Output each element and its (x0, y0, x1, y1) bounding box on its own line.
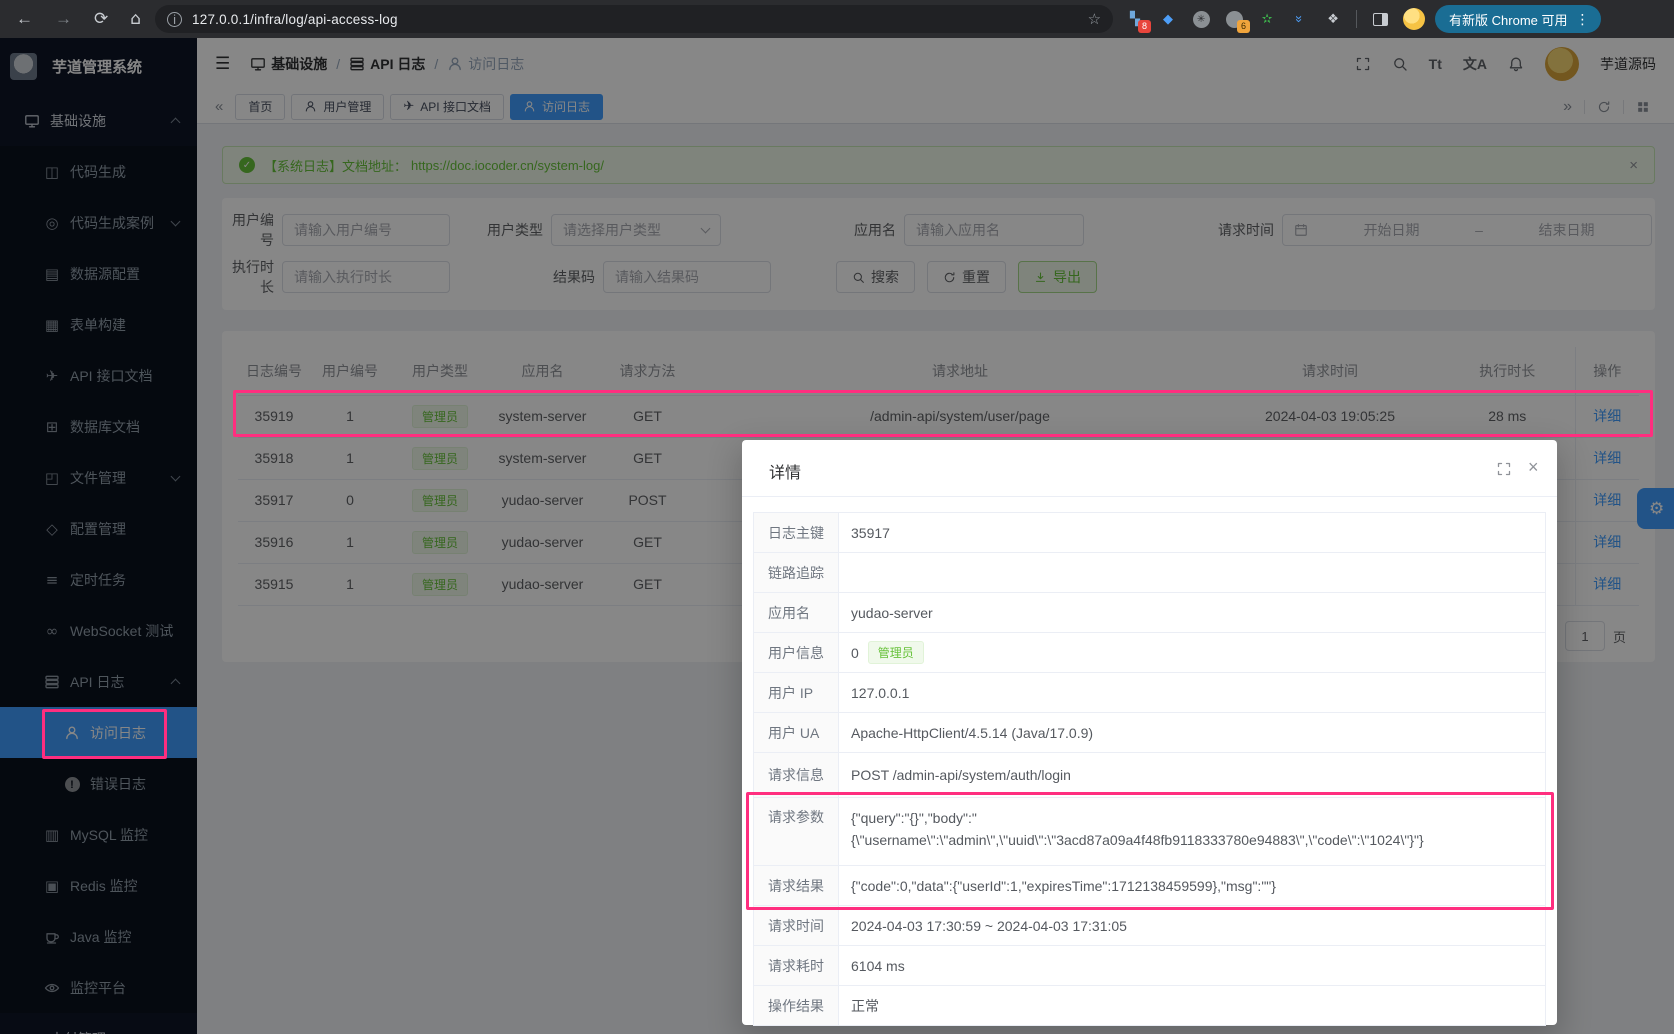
modal-fullscreen-icon[interactable] (1496, 461, 1512, 477)
browser-profile-avatar[interactable] (1403, 8, 1425, 30)
desc-row-operation-result: 操作结果 正常 (754, 986, 1545, 1026)
desc-row-request-time: 请求时间 2024-04-03 17:30:59 ~ 2024-04-03 17… (754, 906, 1545, 946)
modal-title: 详情 (769, 459, 801, 483)
desc-row-request-duration: 请求耗时 6104 ms (754, 946, 1545, 986)
annotation-highlight-sidebar-item (42, 709, 167, 759)
chrome-update-chip[interactable]: 有新版 Chrome 可用 ⋮ (1435, 5, 1600, 33)
site-info-icon[interactable]: i (167, 12, 182, 27)
desc-row-log-id: 日志主键 35917 (754, 513, 1545, 553)
extension-icon-1[interactable]: ▚8 (1125, 9, 1145, 29)
extension-icon-5[interactable]: ✫ (1257, 9, 1277, 29)
side-panel-icon[interactable] (1370, 9, 1390, 29)
annotation-highlight-table-row (233, 390, 1653, 437)
extension-icon-6[interactable]: » (1290, 9, 1310, 29)
extension-icon-4[interactable]: 6 (1224, 9, 1244, 29)
detail-modal: 详情 × 日志主键 35917 链路追踪 应用名 yudao-server 用户… (742, 440, 1557, 1025)
user-type-tag: 管理员 (868, 641, 924, 664)
desc-row-app: 应用名 yudao-server (754, 593, 1545, 633)
desc-row-trace: 链路追踪 (754, 553, 1545, 593)
desc-row-user-info: 用户信息 0 管理员 (754, 633, 1545, 673)
browser-forward-icon[interactable]: → (55, 9, 72, 29)
extension-icon-2[interactable]: ◆ (1158, 9, 1178, 29)
annotation-highlight-modal-rows (746, 792, 1554, 910)
modal-close-icon[interactable]: × (1528, 457, 1539, 478)
toolbar-divider (1356, 10, 1357, 28)
bookmark-star-icon[interactable]: ☆ (1088, 10, 1101, 28)
modal-header: 详情 × (742, 440, 1557, 497)
browser-reload-icon[interactable]: ⟳ (94, 9, 108, 29)
browser-home-icon[interactable]: ⌂ (130, 9, 141, 29)
browser-toolbar: ← → ⟳ ⌂ i 127.0.0.1/infra/log/api-access… (0, 0, 1674, 38)
extension-icon-3[interactable]: ✳ (1191, 9, 1211, 29)
desc-row-user-ua: 用户 UA Apache-HttpClient/4.5.14 (Java/17.… (754, 713, 1545, 753)
browser-back-icon[interactable]: ← (16, 9, 33, 29)
address-bar[interactable]: i 127.0.0.1/infra/log/api-access-log ☆ (155, 5, 1113, 33)
url-text: 127.0.0.1/infra/log/api-access-log (192, 12, 398, 27)
browser-menu-icon[interactable]: ⋮ (1576, 11, 1591, 28)
extensions-puzzle-icon[interactable]: ❖ (1323, 9, 1343, 29)
desc-row-user-ip: 用户 IP 127.0.0.1 (754, 673, 1545, 713)
descriptions-table: 日志主键 35917 链路追踪 应用名 yudao-server 用户信息 0 … (753, 512, 1546, 1026)
